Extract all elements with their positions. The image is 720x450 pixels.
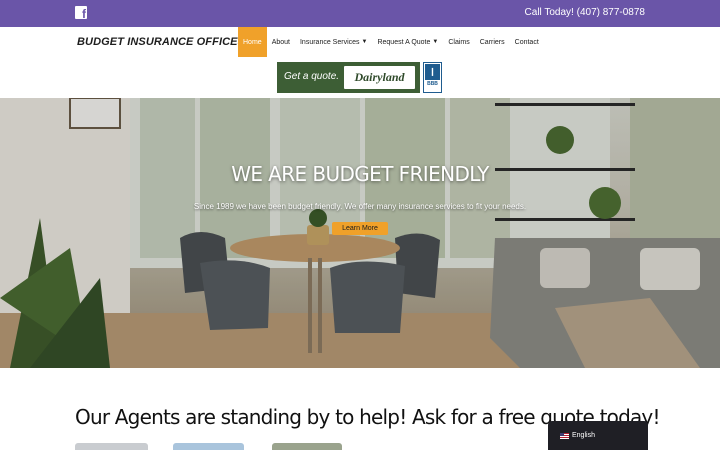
service-thumbnail[interactable] [173,443,244,450]
nav-carriers[interactable]: Carriers [475,27,510,57]
call-today-phone[interactable]: Call Today! (407) 877-0878 [525,7,645,18]
language-label: English [572,432,595,439]
nav-request-a-quote[interactable]: Request A Quote ▼ [372,27,443,57]
chevron-down-icon: ▼ [432,39,439,45]
chevron-down-icon: ▼ [361,39,368,45]
nav-claims-label: Claims [448,38,470,46]
dairyland-logo: Dairyland [344,66,415,89]
hero-title: WE ARE BUDGET FRIENDLY [231,162,489,186]
nav-insurance-services[interactable]: Insurance Services ▼ [295,27,372,57]
nav-home-label: Home [243,38,262,46]
nav-request-a-quote-label: Request A Quote [377,38,431,46]
dairyland-quote-banner[interactable]: Get a quote. Dairyland [277,62,420,93]
nav-contact-label: Contact [514,38,539,46]
service-thumbnail[interactable] [272,443,342,450]
nav-contact[interactable]: Contact [510,27,544,57]
bbb-torch-icon: ❙ [425,64,440,80]
site-header: BUDGET INSURANCE OFFICES Home About Insu… [0,27,720,98]
nav-insurance-services-label: Insurance Services [299,38,360,46]
nav-home[interactable]: Home [238,27,267,57]
nav-carriers-label: Carriers [479,38,505,46]
hero-subtitle: Since 1989 we have been budget friendly.… [193,202,527,211]
language-switcher[interactable]: English [548,421,648,450]
nav-claims[interactable]: Claims [443,27,474,57]
facebook-icon[interactable]: f [75,6,87,20]
nav-about[interactable]: About [267,27,295,57]
hero-section: WE ARE BUDGET FRIENDLY Since 1989 we hav… [0,98,720,368]
bbb-label: BBB [427,81,438,87]
learn-more-button[interactable]: Learn More [332,222,388,235]
site-logo[interactable]: BUDGET INSURANCE OFFICES [77,36,245,48]
main-nav: Home About Insurance Services ▼ Request A… [238,27,544,57]
service-thumbnail[interactable] [75,443,148,450]
bbb-badge[interactable]: ❙ BBB [423,62,442,93]
top-bar: f Call Today! (407) 877-0878 [0,0,720,27]
us-flag-icon [560,432,569,439]
get-a-quote-text: Get a quote. [284,71,340,82]
nav-about-label: About [271,38,290,46]
